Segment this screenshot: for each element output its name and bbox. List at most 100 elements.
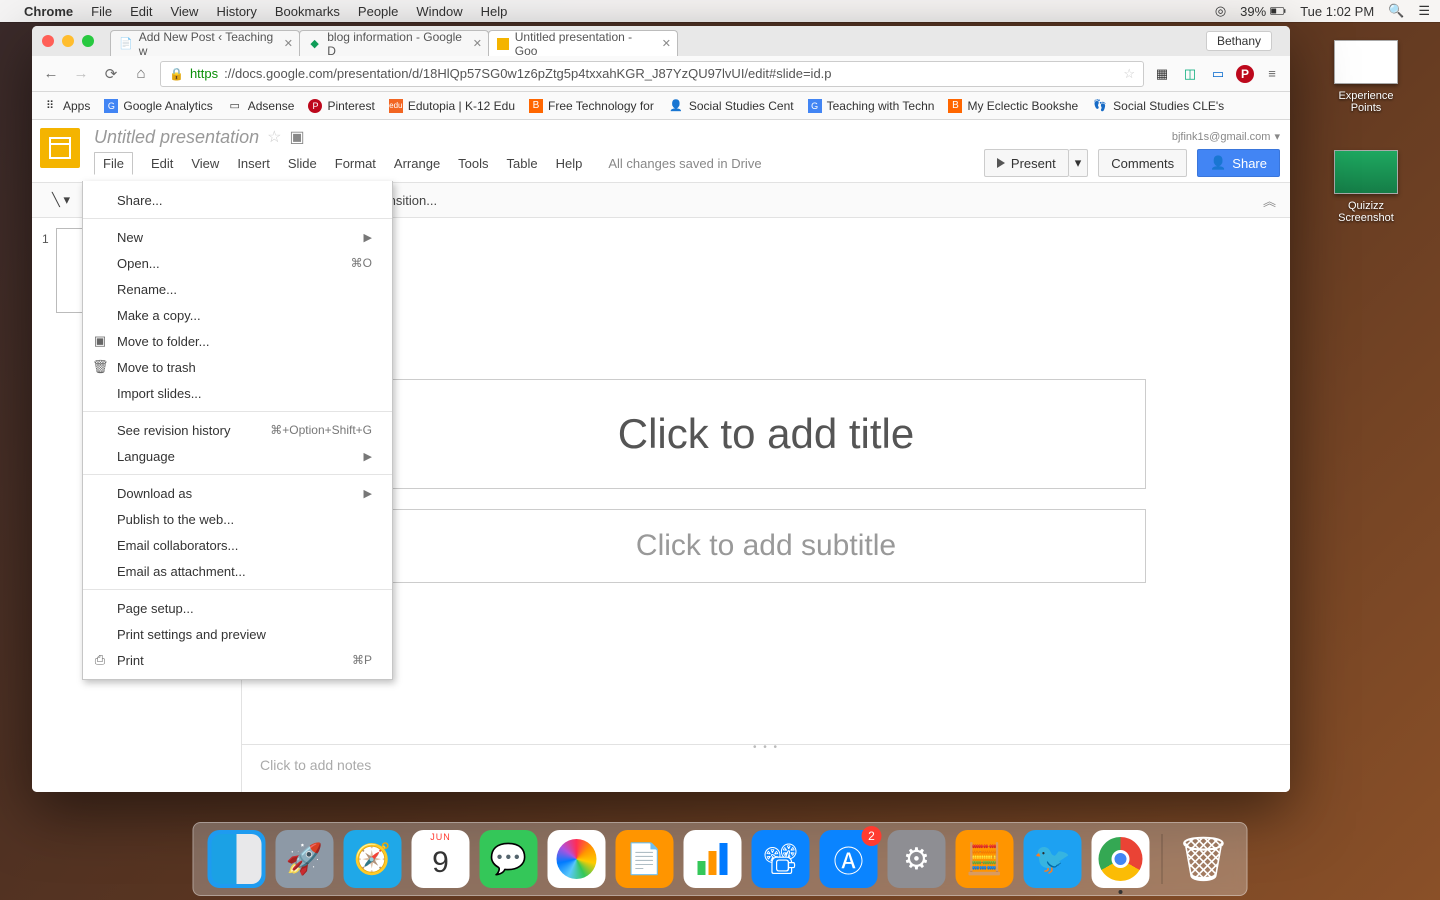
battery-status[interactable]: 39% (1240, 4, 1286, 19)
star-icon[interactable]: ☆ (267, 127, 281, 147)
bookmark-item[interactable]: 👤Social Studies Cent (668, 98, 794, 114)
slide-canvas[interactable]: Click to add title Click to add subtitle (331, 231, 1201, 731)
dock-keynote-icon[interactable]: 📽 (752, 830, 810, 888)
file-menu-item[interactable]: Open...⌘O (83, 250, 392, 276)
window-close-button[interactable] (42, 35, 54, 47)
notification-center-icon[interactable]: ☰ (1418, 3, 1430, 19)
slides-logo-icon[interactable] (40, 128, 80, 168)
menu-tools[interactable]: Tools (458, 154, 488, 173)
menubar-window[interactable]: Window (416, 4, 462, 19)
bookmark-item[interactable]: GGoogle Analytics (104, 99, 212, 113)
collapse-toolbar-icon[interactable]: ︽ (1263, 191, 1276, 210)
menubar-people[interactable]: People (358, 4, 398, 19)
bookmark-apps[interactable]: ⠿Apps (42, 98, 90, 114)
dock-numbers-icon[interactable] (684, 830, 742, 888)
dock-trash-icon[interactable]: 🗑 (1175, 830, 1233, 888)
chrome-menu-button[interactable]: ≡ (1262, 64, 1282, 84)
document-title[interactable]: Untitled presentation (94, 127, 259, 148)
extension-icon[interactable]: ▭ (1208, 64, 1228, 84)
menu-table[interactable]: Table (507, 154, 538, 173)
file-menu-item[interactable]: Email as attachment... (83, 558, 392, 584)
bookmark-item[interactable]: PPinterest (308, 99, 374, 113)
file-menu-item[interactable]: Print settings and preview (83, 621, 392, 647)
extension-icon[interactable]: ▦ (1152, 64, 1172, 84)
dock-launchpad-icon[interactable]: 🚀 (276, 830, 334, 888)
bookmark-star-icon[interactable]: ☆ (1123, 66, 1135, 82)
title-placeholder[interactable]: Click to add title (386, 379, 1146, 489)
bookmark-item[interactable]: GTeaching with Techn (808, 99, 935, 113)
file-menu-item[interactable]: ▣Move to folder... (83, 328, 392, 354)
tab-close-icon[interactable]: ✕ (284, 37, 293, 50)
menubar-view[interactable]: View (170, 4, 198, 19)
bookmark-item[interactable]: BFree Technology for (529, 99, 654, 113)
dock-calendar-icon[interactable]: JUN9 (412, 830, 470, 888)
menu-insert[interactable]: Insert (237, 154, 270, 173)
present-dropdown-button[interactable]: ▾ (1069, 149, 1089, 177)
menu-slide[interactable]: Slide (288, 154, 317, 173)
menubar-file[interactable]: File (91, 4, 112, 19)
reload-button[interactable]: ⟳ (100, 63, 122, 85)
dock-appstore-icon[interactable]: Ⓐ2 (820, 830, 878, 888)
bookmark-item[interactable]: 👣Social Studies CLE's (1092, 98, 1224, 114)
dock-photos-icon[interactable] (548, 830, 606, 888)
file-menu-item[interactable]: Page setup... (83, 595, 392, 621)
browser-tab-active[interactable]: Untitled presentation - Goo✕ (488, 30, 678, 56)
dock-calculator-icon[interactable]: 🧮 (956, 830, 1014, 888)
dock-messages-icon[interactable]: 💬 (480, 830, 538, 888)
comments-button[interactable]: Comments (1098, 149, 1187, 177)
spotlight-icon[interactable]: 🔍 (1388, 3, 1404, 19)
window-zoom-button[interactable] (82, 35, 94, 47)
menubar-edit[interactable]: Edit (130, 4, 152, 19)
extension-icon[interactable]: ◫ (1180, 64, 1200, 84)
share-button[interactable]: 👤Share (1197, 149, 1280, 177)
tab-close-icon[interactable]: ✕ (662, 37, 671, 50)
bookmark-item[interactable]: BMy Eclectic Bookshe (948, 99, 1078, 113)
address-bar[interactable]: 🔒 https://docs.google.com/presentation/d… (160, 61, 1144, 87)
menubar-help[interactable]: Help (481, 4, 508, 19)
menubar-app[interactable]: Chrome (24, 4, 73, 19)
menubar-history[interactable]: History (216, 4, 256, 19)
dock-pages-icon[interactable]: 📄 (616, 830, 674, 888)
file-menu-item[interactable]: Import slides... (83, 380, 392, 406)
forward-button[interactable]: → (70, 63, 92, 85)
dock-twitter-icon[interactable]: 🐦 (1024, 830, 1082, 888)
subtitle-placeholder[interactable]: Click to add subtitle (386, 509, 1146, 583)
tab-close-icon[interactable]: ✕ (473, 37, 482, 50)
menu-file[interactable]: File (94, 152, 133, 175)
file-menu-item[interactable]: Publish to the web... (83, 506, 392, 532)
dock-finder-icon[interactable] (208, 830, 266, 888)
browser-tab[interactable]: ◆blog information - Google D✕ (299, 30, 489, 56)
move-to-folder-icon[interactable]: ▣ (289, 127, 304, 147)
pinterest-extension-icon[interactable]: P (1236, 65, 1254, 83)
file-menu-item[interactable]: Make a copy... (83, 302, 392, 328)
dock-chrome-icon[interactable] (1092, 830, 1150, 888)
home-button[interactable]: ⌂ (130, 63, 152, 85)
file-menu-item[interactable]: See revision history⌘+Option+Shift+G (83, 417, 392, 443)
desktop-file-experience-points[interactable]: Experience Points (1322, 40, 1410, 114)
menu-format[interactable]: Format (335, 154, 376, 173)
menubar-clock[interactable]: Tue 1:02 PM (1300, 4, 1374, 19)
dock-settings-icon[interactable]: ⚙ (888, 830, 946, 888)
menu-view[interactable]: View (191, 154, 219, 173)
browser-tab[interactable]: 📄Add New Post ‹ Teaching w✕ (110, 30, 300, 56)
evernote-icon[interactable]: ◎ (1215, 3, 1226, 19)
window-minimize-button[interactable] (62, 35, 74, 47)
back-button[interactable]: ← (40, 63, 62, 85)
file-menu-item[interactable]: 🗑Move to trash (83, 354, 392, 380)
desktop-file-quizizz[interactable]: Quizizz Screenshot (1322, 150, 1410, 224)
present-button[interactable]: Present (984, 149, 1069, 177)
file-menu-item[interactable]: New▶ (83, 224, 392, 250)
menu-arrange[interactable]: Arrange (394, 154, 440, 173)
notes-resize-handle[interactable]: • • • (746, 744, 786, 750)
menu-edit[interactable]: Edit (151, 154, 173, 173)
file-menu-item[interactable]: ⎙Print⌘P (83, 647, 392, 673)
bookmark-item[interactable]: ▭Adsense (227, 98, 295, 114)
chrome-profile-button[interactable]: Bethany (1206, 31, 1272, 51)
toolbar-line-tool[interactable]: ╲ ▾ (42, 187, 80, 213)
bookmark-item[interactable]: eduEdutopia | K-12 Edu (389, 99, 515, 113)
account-email[interactable]: bjfink1s@gmail.com ▾ (1172, 130, 1280, 143)
file-menu-item[interactable]: Email collaborators... (83, 532, 392, 558)
file-menu-item[interactable]: Rename... (83, 276, 392, 302)
menu-help[interactable]: Help (556, 154, 583, 173)
file-menu-item[interactable]: Language▶ (83, 443, 392, 469)
